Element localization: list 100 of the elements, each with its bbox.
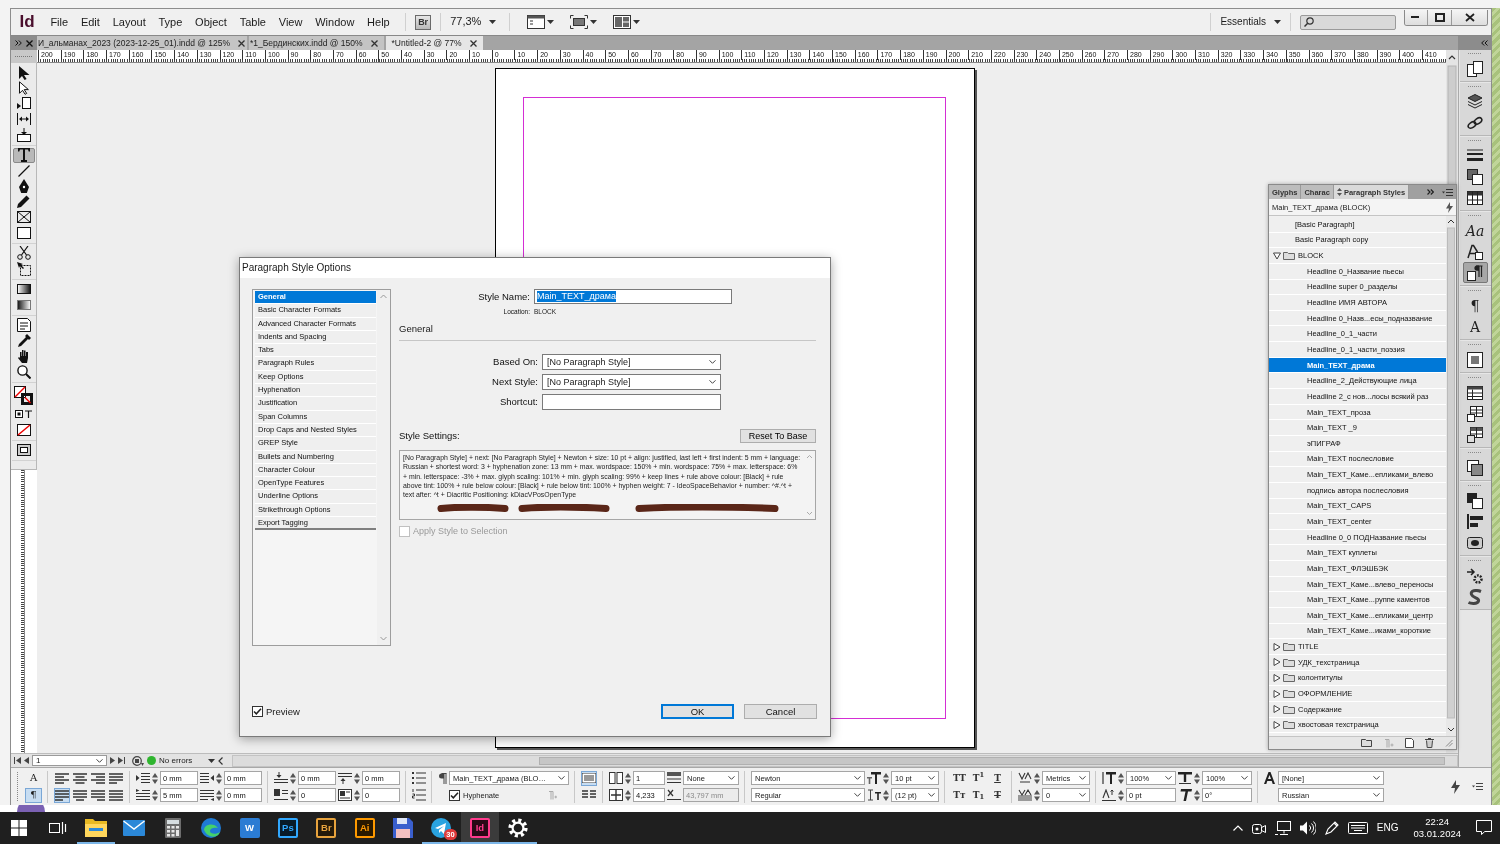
lightning-icon[interactable]	[1446, 201, 1453, 213]
preflight-dropdown[interactable]: No errors	[159, 755, 216, 766]
collapsed-triangle-icon[interactable]	[1273, 642, 1281, 651]
mode-button[interactable]: ¶	[25, 787, 42, 803]
menu-item[interactable]: Table	[233, 14, 273, 30]
expanded-triangle-icon[interactable]	[1273, 251, 1281, 260]
close-icon[interactable]	[370, 39, 378, 47]
align-button[interactable]	[90, 770, 106, 786]
shortcut-field[interactable]	[542, 394, 721, 411]
document-tab[interactable]: *Untitled-2 @ 77%	[385, 36, 485, 50]
panel-menu-icon[interactable]	[1442, 188, 1453, 196]
stepper-icon[interactable]	[216, 788, 222, 802]
stepper-icon[interactable]	[1118, 788, 1124, 802]
collapsed-triangle-icon[interactable]	[1273, 658, 1281, 667]
stepper-icon[interactable]	[625, 771, 631, 785]
lightning-icon[interactable]	[1451, 779, 1460, 794]
mode-button[interactable]: A	[25, 770, 42, 786]
network-icon[interactable]	[1274, 821, 1291, 835]
panel-menu-icon[interactable]	[1472, 783, 1483, 790]
based-on-dropdown[interactable]: [No Paragraph Style]	[542, 354, 721, 371]
menu-item[interactable]: Object	[188, 14, 234, 30]
folder-icon[interactable]	[1361, 739, 1372, 747]
align-button[interactable]	[54, 770, 70, 786]
stepper-icon[interactable]	[152, 771, 158, 785]
double-chevron-icon[interactable]	[1481, 40, 1488, 46]
checkbox[interactable]	[449, 789, 460, 801]
text-style-button[interactable]: T	[989, 787, 1006, 803]
next-style-dropdown[interactable]: [No Paragraph Style]	[542, 374, 721, 391]
next-page-icon[interactable]	[110, 757, 115, 764]
input-language[interactable]: ENG	[1376, 822, 1399, 834]
bridge-button[interactable]: Br	[415, 14, 432, 30]
text-style-button[interactable]: T$^{1}$	[970, 770, 987, 786]
text-style-button[interactable]: T	[989, 770, 1006, 786]
collapsed-triangle-icon[interactable]	[1273, 720, 1281, 729]
collapsed-triangle-icon[interactable]	[1273, 689, 1281, 698]
stepper-icon[interactable]	[290, 771, 296, 785]
cancel-button[interactable]: Cancel	[744, 704, 817, 719]
chevron-up-icon[interactable]	[1232, 825, 1243, 831]
page-number-dropdown[interactable]: 1	[32, 755, 107, 766]
tool-button[interactable]	[12, 147, 35, 163]
maximize-button[interactable]	[1427, 10, 1451, 25]
align-button[interactable]	[54, 787, 70, 803]
checkbox[interactable]	[252, 706, 263, 717]
first-page-icon[interactable]	[14, 757, 21, 764]
notification-icon[interactable]	[1476, 820, 1492, 836]
menu-item[interactable]: Layout	[106, 14, 153, 30]
ok-button[interactable]: OK	[661, 704, 734, 719]
text-style-button[interactable]: TT	[951, 770, 968, 786]
panel-button[interactable]: A	[1462, 316, 1488, 337]
taskbar-button[interactable]: Br	[307, 812, 346, 844]
previous-page-icon[interactable]	[24, 757, 29, 764]
menu-item[interactable]: Help	[360, 14, 397, 30]
scroll-thumb[interactable]	[539, 756, 1445, 765]
stepper-icon[interactable]	[216, 771, 222, 785]
last-page-icon[interactable]	[118, 757, 125, 764]
stepper-icon[interactable]	[1118, 771, 1124, 785]
horizontal-scroll-bar[interactable]	[232, 754, 1458, 767]
document-tab[interactable]: *1_Бердинских.indd @ 150%	[249, 36, 386, 50]
collapsed-triangle-icon[interactable]	[1273, 673, 1281, 682]
trash-icon[interactable]	[1425, 738, 1434, 748]
close-icon[interactable]	[469, 39, 477, 47]
clock-date[interactable]: 03.01.2024	[1413, 828, 1461, 840]
menu-item[interactable]: View	[272, 14, 309, 30]
align-button[interactable]	[90, 787, 106, 803]
text-style-button[interactable]: Tᴛ	[951, 787, 968, 803]
keyboard-icon[interactable]	[1347, 822, 1368, 834]
stepper-icon[interactable]	[354, 771, 360, 785]
search-field[interactable]	[1300, 14, 1396, 30]
resize-grip-icon[interactable]	[1445, 739, 1453, 747]
minimize-button[interactable]	[1405, 10, 1427, 25]
close-icon[interactable]	[238, 39, 246, 47]
taskbar-button[interactable]: Id	[460, 812, 500, 844]
double-chevron-icon[interactable]	[1427, 189, 1434, 195]
zoom-dropdown[interactable]: 77,3%	[450, 15, 501, 29]
stepper-icon[interactable]	[883, 771, 889, 785]
stepper-icon[interactable]	[1034, 788, 1040, 802]
menu-item[interactable]: File	[44, 14, 75, 30]
menu-item[interactable]: Edit	[74, 14, 107, 30]
stepper-icon[interactable]	[1034, 771, 1040, 785]
align-button[interactable]	[72, 787, 88, 803]
align-button[interactable]	[108, 770, 124, 786]
stepper-icon[interactable]	[883, 788, 889, 802]
taskbar-button[interactable]: W	[230, 812, 269, 844]
document-tab[interactable]: И_альманах_2023 (2023-12-25_01).indd @ 125%	[37, 36, 249, 50]
taskbar-button[interactable]: Ps	[268, 812, 308, 844]
stepper-icon[interactable]	[1194, 788, 1200, 802]
close-icon[interactable]	[26, 39, 33, 47]
pen-icon[interactable]	[1324, 821, 1339, 835]
stepper-icon[interactable]	[152, 788, 158, 802]
close-button[interactable]	[1451, 10, 1487, 25]
preflight-icon[interactable]	[132, 755, 144, 766]
grid-align-button[interactable]	[581, 770, 597, 786]
tool-button[interactable]	[12, 384, 35, 407]
volume-icon[interactable]	[1299, 821, 1316, 835]
new-page-icon[interactable]	[1405, 738, 1414, 748]
style-name-field[interactable]: Main_TEXT_драма	[534, 289, 732, 304]
panel-grip[interactable]	[15, 771, 19, 802]
panel-grip[interactable]	[11, 50, 37, 63]
view-button[interactable]	[527, 15, 555, 29]
camera-icon[interactable]	[1251, 821, 1266, 835]
